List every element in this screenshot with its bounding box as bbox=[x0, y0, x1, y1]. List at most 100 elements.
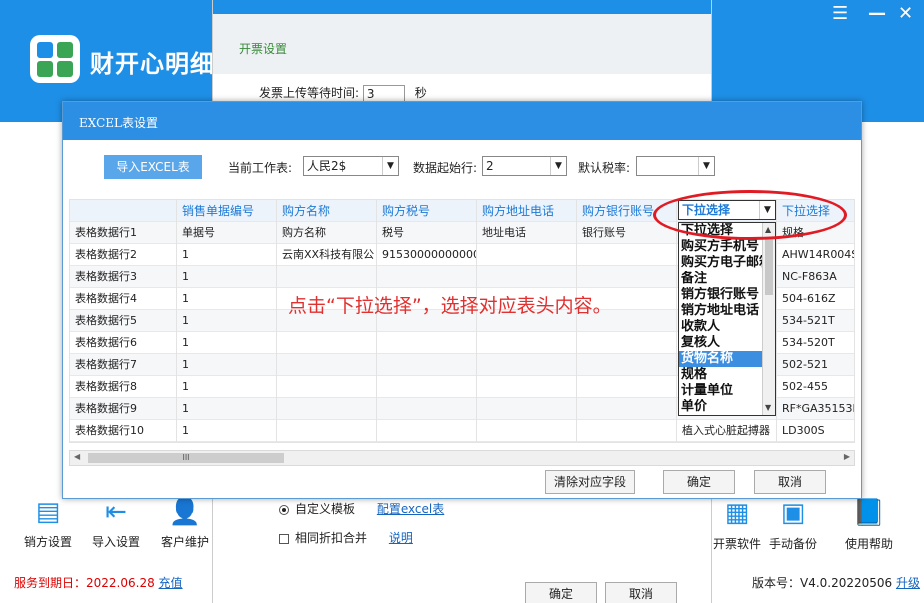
dialog-cancel-button[interactable]: 取消 bbox=[754, 470, 826, 494]
dialog-title: EXCEL表设置 bbox=[63, 102, 861, 140]
dropdown-option[interactable]: 单价 bbox=[679, 399, 763, 415]
grid-cell: 534-521T bbox=[777, 310, 854, 332]
grid-cell: 1 bbox=[177, 310, 277, 332]
manual-backup-label: 手动备份 bbox=[768, 537, 817, 551]
start-row-select[interactable]: 2 ▼ bbox=[482, 156, 567, 176]
sheet-value: 人民2$ bbox=[307, 159, 347, 173]
scrollbar-thumb[interactable]: III bbox=[88, 453, 284, 463]
manual-backup-button[interactable]: ▣ 手动备份 bbox=[758, 495, 828, 552]
custom-template-radio[interactable] bbox=[279, 504, 289, 515]
grid-cell bbox=[277, 398, 377, 420]
grid-cell bbox=[377, 376, 477, 398]
dropdown-scroll-thumb[interactable] bbox=[765, 239, 773, 295]
start-row-value: 2 bbox=[486, 159, 494, 173]
scroll-down-icon[interactable]: ▼ bbox=[765, 403, 771, 412]
dropdown-option[interactable]: 销方银行账号 bbox=[679, 287, 763, 303]
grid-cell: 1 bbox=[177, 266, 277, 288]
grid-cell: 91530000000000000 bbox=[377, 244, 477, 266]
tax-rate-select[interactable]: ▼ bbox=[636, 156, 715, 176]
dropdown-current-value: 下拉选择 bbox=[682, 203, 731, 217]
start-row-label: 数据起始行: bbox=[413, 161, 478, 175]
grid-cell bbox=[577, 420, 677, 442]
chevron-down-icon: ▼ bbox=[382, 157, 398, 175]
grid-cell: 税号 bbox=[377, 222, 477, 244]
dropdown-option[interactable]: 购买方电子邮箱 bbox=[679, 255, 763, 271]
grid-cell: 表格数据行7 bbox=[70, 354, 177, 376]
merge-discount-label: 相同折扣合并 bbox=[295, 531, 368, 545]
grid-cell bbox=[277, 354, 377, 376]
customer-maintenance-button[interactable]: 👤 客户维护 bbox=[155, 495, 215, 550]
version-text: 版本号：V4.0.20220506 bbox=[752, 576, 893, 590]
table-row: 表格数据行10 1 植入式心脏起搏器 LD300S bbox=[70, 420, 854, 442]
upgrade-link[interactable]: 升级 bbox=[896, 576, 920, 590]
import-excel-button[interactable]: 导入EXCEL表 bbox=[104, 155, 202, 179]
column-dropdown[interactable]: 下拉选择 ▼ bbox=[678, 200, 776, 220]
grid-header-cell: 购方名称 bbox=[277, 200, 377, 222]
dropdown-option[interactable]: 收款人 bbox=[679, 319, 763, 335]
grid-cell: 表格数据行1 bbox=[70, 222, 177, 244]
explain-link[interactable]: 说明 bbox=[389, 531, 413, 545]
import-settings-button[interactable]: ⇤ 导入设置 bbox=[86, 495, 146, 550]
scroll-up-icon[interactable]: ▲ bbox=[765, 225, 771, 234]
dropdown-option[interactable]: 购买方手机号 bbox=[679, 239, 763, 255]
scroll-left-icon[interactable]: ◀ bbox=[74, 452, 80, 461]
grid-cell bbox=[377, 266, 477, 288]
dropdown-option[interactable]: 备注 bbox=[679, 271, 763, 287]
grid-cell: NC-F863A bbox=[777, 266, 854, 288]
dropdown-option[interactable]: 规格 bbox=[679, 367, 763, 383]
dropdown-list: ▲ ▼ 下拉选择 购买方手机号 购买方电子邮箱 备注 销方银行账号 销方地址电话 收款人 复核… bbox=[678, 222, 776, 416]
grid-header-cell bbox=[70, 200, 177, 222]
merge-discount-checkbox[interactable] bbox=[279, 533, 289, 544]
grid-header-cell: 购方税号 bbox=[377, 200, 477, 222]
grid-cell bbox=[377, 398, 477, 420]
dialog-ok-button[interactable]: 确定 bbox=[663, 470, 735, 494]
grid-cell: 云南XX科技有限公 bbox=[277, 244, 377, 266]
sheet-label: 当前工作表: bbox=[228, 161, 293, 175]
settings-cancel-button[interactable]: 取消 bbox=[605, 582, 677, 603]
upload-wait-label: 发票上传等待时间: bbox=[259, 86, 360, 100]
chevron-down-icon: ▼ bbox=[759, 201, 775, 219]
book-icon: 📘 bbox=[852, 498, 886, 528]
grid-cell bbox=[577, 332, 677, 354]
grid-cell bbox=[377, 332, 477, 354]
grid-cell bbox=[477, 420, 577, 442]
tax-rate-label: 默认税率: bbox=[578, 161, 631, 175]
expire-text: 服务到期日：2022.06.28 bbox=[14, 576, 155, 590]
help-button[interactable]: 📘 使用帮助 bbox=[834, 495, 904, 552]
dropdown-scrollbar[interactable]: ▲ ▼ bbox=[762, 223, 775, 415]
minimize-icon[interactable]: — bbox=[868, 3, 886, 24]
grid-cell: 规格 bbox=[777, 222, 854, 244]
custom-template-row: 自定义模板 配置excel表 bbox=[279, 500, 444, 517]
dropdown-option[interactable]: 复核人 bbox=[679, 335, 763, 351]
dropdown-option[interactable]: 下拉选择 bbox=[679, 223, 763, 239]
horizontal-scrollbar[interactable]: ◀ III ▶ bbox=[69, 450, 855, 466]
grid-cell bbox=[577, 244, 677, 266]
config-excel-link[interactable]: 配置excel表 bbox=[377, 502, 444, 516]
grid-cell bbox=[477, 376, 577, 398]
upload-wait-row: 发票上传等待时间: 3 秒 bbox=[259, 84, 427, 103]
dropdown-option[interactable]: 计量单位 bbox=[679, 383, 763, 399]
menu-icon[interactable]: ☰ bbox=[832, 3, 848, 24]
scroll-right-icon[interactable]: ▶ bbox=[844, 452, 850, 461]
grid-header-cell[interactable]: 下拉选择 bbox=[777, 200, 854, 222]
grid-cell: 表格数据行10 bbox=[70, 420, 177, 442]
customer-maintenance-label: 客户维护 bbox=[160, 535, 209, 549]
grid-cell: 植入式心脏起搏器 bbox=[677, 420, 777, 442]
close-icon[interactable]: ✕ bbox=[898, 3, 913, 24]
dropdown-option[interactable]: 货物名称 bbox=[679, 351, 763, 367]
recharge-link[interactable]: 充值 bbox=[159, 576, 183, 590]
help-label: 使用帮助 bbox=[844, 537, 893, 551]
sheet-select[interactable]: 人民2$ ▼ bbox=[303, 156, 399, 176]
upload-wait-input[interactable]: 3 bbox=[362, 84, 405, 103]
grid-cell: 表格数据行4 bbox=[70, 288, 177, 310]
clear-fields-button[interactable]: 清除对应字段 bbox=[545, 470, 635, 494]
service-expire: 服务到期日：2022.06.28 充值 bbox=[14, 574, 183, 591]
seller-settings-button[interactable]: ▤ 销方设置 bbox=[18, 495, 78, 550]
grid-header-cell: 销售单据编号 bbox=[177, 200, 277, 222]
grid-cell: 地址电话 bbox=[477, 222, 577, 244]
settings-ok-button[interactable]: 确定 bbox=[525, 582, 597, 603]
grid-cell bbox=[277, 420, 377, 442]
grid-cell bbox=[377, 354, 477, 376]
grid-cell: 504-616Z bbox=[777, 288, 854, 310]
dropdown-option[interactable]: 销方地址电话 bbox=[679, 303, 763, 319]
